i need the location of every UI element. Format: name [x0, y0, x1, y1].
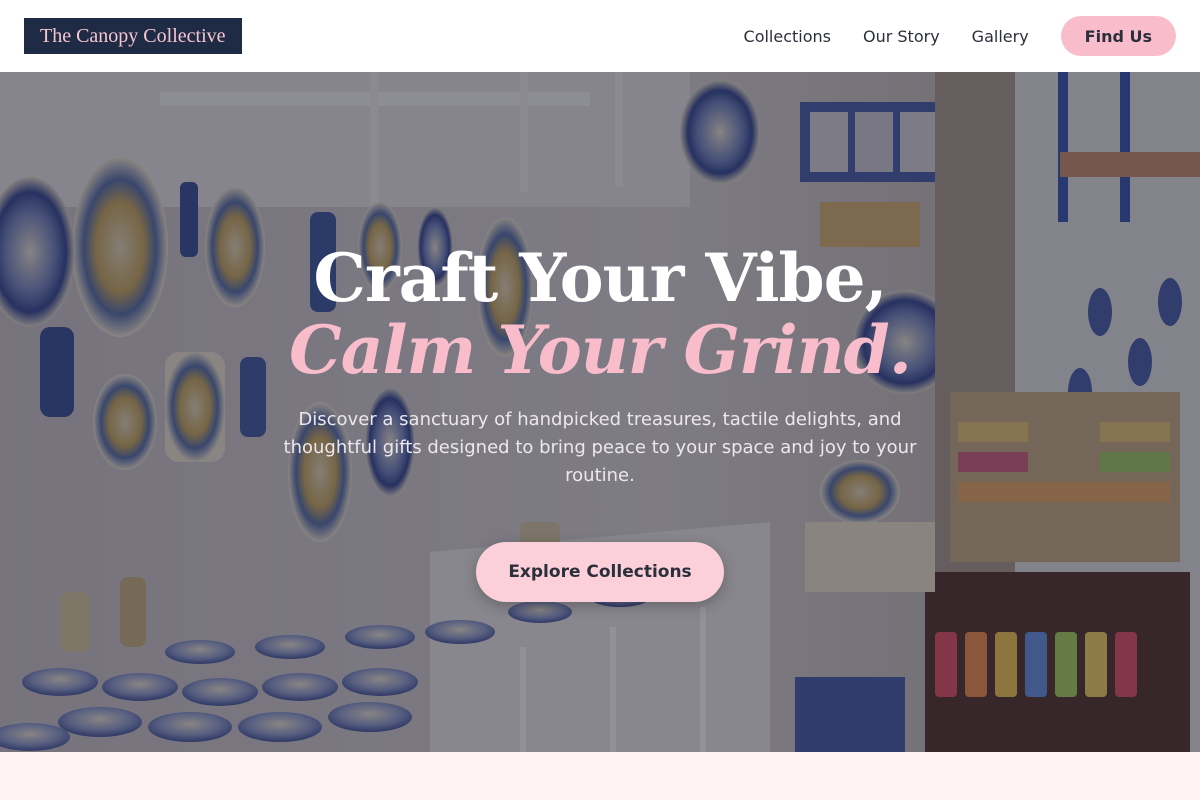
site-logo[interactable]: The Canopy Collective — [24, 18, 242, 54]
hero-headline-line-1: Craft Your Vibe, — [313, 239, 887, 317]
hero-content: Craft Your Vibe, Calm Your Grind. Discov… — [0, 72, 1200, 752]
explore-collections-button[interactable]: Explore Collections — [476, 542, 724, 602]
nav-link-our-story[interactable]: Our Story — [863, 27, 940, 46]
site-header: The Canopy Collective Collections Our St… — [0, 0, 1200, 72]
main-nav: Collections Our Story Gallery Find Us — [712, 16, 1176, 56]
hero-subtitle: Discover a sanctuary of handpicked treas… — [283, 409, 917, 486]
find-us-button[interactable]: Find Us — [1060, 16, 1176, 56]
hero-section: Craft Your Vibe, Calm Your Grind. Discov… — [0, 72, 1200, 752]
nav-link-collections[interactable]: Collections — [744, 27, 831, 46]
hero-headline-line-2: Calm Your Grind. — [289, 311, 912, 389]
next-section-strip — [0, 752, 1200, 800]
nav-link-gallery[interactable]: Gallery — [972, 27, 1029, 46]
